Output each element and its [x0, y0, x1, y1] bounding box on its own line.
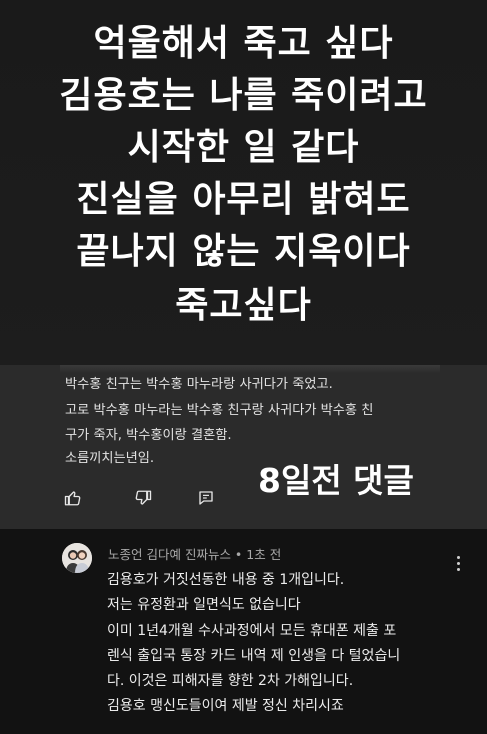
- more-vert-icon[interactable]: [452, 555, 466, 573]
- cropped-text-edge: [60, 365, 440, 373]
- comment2-line-3: 이미 1년4개월 수사과정에서 모든 휴대폰 제출 포: [107, 623, 397, 639]
- headline-line-3: 시작한 일 같다: [127, 127, 360, 168]
- avatar[interactable]: [62, 543, 92, 573]
- reply-comment-icon[interactable]: [197, 489, 215, 507]
- headline-line-1: 억울해서 죽고 싶다: [93, 23, 394, 64]
- comment2-line-4: 렌식 출입국 통장 카드 내역 제 인생을 다 털었습니: [107, 648, 401, 664]
- comment2-line-2: 저는 유정환과 일면식도 없습니다: [107, 597, 301, 613]
- headline-line-2: 김용호는 나를 죽이려고: [59, 75, 428, 116]
- comment1-line-1: 박수홍 친구는 박수홍 마누라랑 사귀다가 죽었고.: [65, 377, 333, 392]
- comment2-line-1: 김용호가 거짓선동한 내용 중 1개입니다.: [107, 572, 345, 588]
- comment1-line-4: 소름끼치는년임.: [65, 451, 155, 466]
- comment1-line-2: 고로 박수홍 마누라는 박수홍 친구랑 사귀다가 박수홍 친: [65, 403, 374, 418]
- avatar-photo-icon: [62, 543, 92, 573]
- comment1-line-3: 구가 죽자, 박수홍이랑 결혼함.: [65, 428, 232, 443]
- thumbs-up-icon[interactable]: [64, 489, 82, 507]
- headline-line-4: 진실을 아무리 밝혀도: [76, 179, 411, 220]
- headline-line-5: 끝나지 않는 지옥이다: [76, 231, 411, 272]
- headline-panel: 억울해서 죽고 싶다 김용호는 나를 죽이려고 시작한 일 같다 진실을 아무리…: [0, 0, 487, 365]
- days-ago-overlay-label: 8일전 댓글: [258, 461, 414, 500]
- comment2-line-5: 다. 이것은 피해자를 향한 2차 가해입니다.: [107, 673, 354, 689]
- comment2-author-line[interactable]: 노종언 김다예 진짜뉴스 • 1초 전: [108, 544, 281, 563]
- thumbs-down-icon[interactable]: [134, 489, 152, 507]
- comment2-line-6: 김용호 맹신도들이여 제발 정신 차리시죠: [107, 698, 344, 714]
- headline-line-6: 죽고싶다: [175, 285, 312, 326]
